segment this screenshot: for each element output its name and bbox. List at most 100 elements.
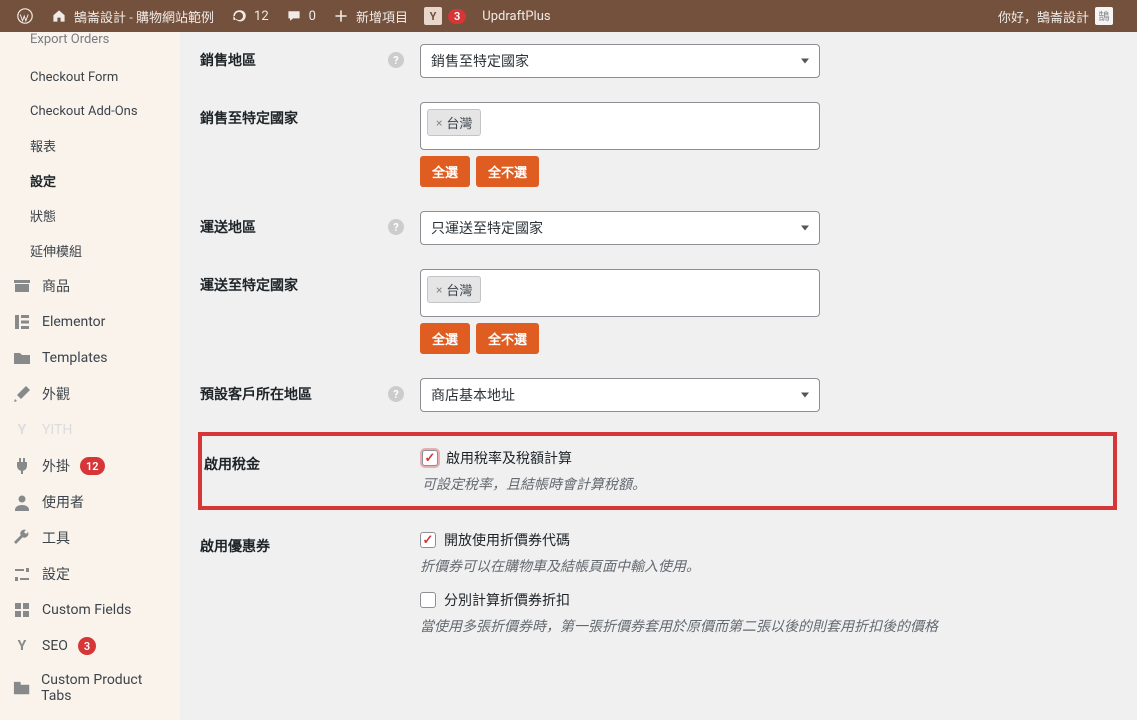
sidebar-item-users[interactable]: 使用者 [0,484,180,520]
sidebar-label: Elementor [42,314,105,330]
select-sell-region[interactable]: 銷售至特定國家 [420,44,820,78]
sidebar-label: 商品 [42,276,70,296]
sidebar-label: YITH [42,422,72,438]
desc-enable-tax: 可設定稅率，且結帳時會計算稅額。 [422,474,1101,494]
tag-chip: × 台灣 [427,109,481,136]
remove-tag-icon[interactable]: × [436,116,442,130]
comments-link[interactable]: 0 [277,0,324,32]
sidebar-item-yith[interactable]: Y YITH [0,412,180,448]
checkbox-label: 分別計算折價券折扣 [444,590,570,610]
updates-count: 12 [254,9,269,24]
sidebar-sub-settings[interactable]: 設定 [0,163,180,198]
row-default-location: 預設客戶所在地區 ? 商店基本地址 [200,366,1117,424]
comment-icon [285,7,303,25]
elementor-icon [12,312,32,332]
deselect-all-button[interactable]: 全不選 [476,323,539,354]
greeting-text: 你好，鵠崙設計 [998,7,1089,26]
label-ship-region: 運送地區 [200,217,256,237]
seo-badge: 3 [448,9,466,24]
wordpress-icon [16,7,34,25]
checkbox-sequential-coupons[interactable] [420,592,436,608]
user-greeting[interactable]: 你好，鵠崙設計 鵠 [990,0,1121,32]
label-coupons: 啟用優惠券 [200,536,270,556]
sidebar-item-elementor[interactable]: Elementor [0,304,180,340]
sidebar-item-products[interactable]: 商品 [0,268,180,304]
highlight-enable-tax: 啟用稅金 啟用稅率及稅額計算 可設定稅率，且結帳時會計算稅額。 [198,432,1117,510]
label-sell-countries: 銷售至特定國家 [200,108,298,128]
label-default-location: 預設客戶所在地區 [200,384,312,404]
checkbox-enable-tax[interactable] [422,450,438,466]
yoast-link[interactable]: Y 3 [416,0,474,32]
sliders-icon [12,564,32,584]
sidebar-item-custom-fields[interactable]: Custom Fields [0,592,180,628]
sidebar-item-plugins[interactable]: 外掛 12 [0,448,180,484]
help-icon[interactable]: ? [388,219,404,235]
sidebar-label: 使用者 [42,492,84,512]
plugins-badge: 12 [80,457,105,475]
plus-icon [332,7,350,25]
plugin-icon [12,456,32,476]
admin-bar: 鵠崙設計 - 購物網站範例 12 0 新增項目 Y 3 UpdraftPlus [0,0,1137,32]
row-ship-region: 運送地區 ? 只運送至特定國家 [200,199,1117,257]
archive-icon [12,276,32,296]
yoast-sidebar-icon: Y [12,636,32,656]
select-value: 只運送至特定國家 [431,218,543,238]
row-sell-region: 銷售地區 ? 銷售至特定國家 [200,32,1117,90]
site-link[interactable]: 鵠崙設計 - 購物網站範例 [42,0,222,32]
sidebar-label: 工具 [42,528,70,548]
site-title: 鵠崙設計 - 購物網站範例 [74,7,214,26]
updraft-link[interactable]: UpdraftPlus [474,0,558,32]
deselect-all-button[interactable]: 全不選 [476,156,539,187]
select-default-location[interactable]: 商店基本地址 [420,378,820,412]
seo-sidebar-badge: 3 [78,637,96,655]
sidebar-label: Custom Product Tabs [41,672,170,704]
desc-coupons-2: 當使用多張折價券時，第一張折價券套用於原價而第二張以後的則套用折扣後的價格 [420,616,1117,636]
sidebar-sub-extensions[interactable]: 延伸模組 [0,233,180,268]
user-icon [12,492,32,512]
desc-coupons-1: 折價券可以在購物車及結帳頁面中輸入使用。 [420,556,1117,576]
sidebar-sub-reports[interactable]: 報表 [0,128,180,163]
tag-chip: × 台灣 [427,276,481,303]
row-coupons: 啟用優惠券 開放使用折價券代碼 折價券可以在購物車及結帳頁面中輸入使用。 分別計… [200,518,1117,648]
select-value: 銷售至特定國家 [431,51,529,71]
sidebar-item-seo[interactable]: Y SEO 3 [0,628,180,664]
sidebar-label: SEO [42,638,68,654]
select-all-button[interactable]: 全選 [420,323,470,354]
tags-sell-countries[interactable]: × 台灣 [420,102,820,150]
updates-link[interactable]: 12 [222,0,277,32]
sidebar-label: 外掛 [42,456,70,476]
sidebar-sub-export-orders[interactable]: Export Orders [0,32,180,60]
sidebar-item-custom-product-tabs[interactable]: Custom Product Tabs [0,664,180,712]
folder-icon [12,348,32,368]
sidebar-item-contact-form-db[interactable]: Contact Form DB [0,712,180,720]
select-ship-region[interactable]: 只運送至特定國家 [420,211,820,245]
checkbox-label: 啟用稅率及稅額計算 [446,448,572,468]
sidebar-item-settings[interactable]: 設定 [0,556,180,592]
sidebar-item-tools[interactable]: 工具 [0,520,180,556]
remove-tag-icon[interactable]: × [436,283,442,297]
sidebar-sub-checkout-addons[interactable]: Checkout Add-Ons [0,94,180,128]
checkbox-label: 開放使用折價券代碼 [444,530,570,550]
sidebar-sub-status[interactable]: 狀態 [0,198,180,233]
tabs-icon [12,678,31,698]
help-icon[interactable]: ? [388,52,404,68]
sidebar-label: 外觀 [42,384,70,404]
yith-icon: Y [12,420,32,440]
sidebar-item-appearance[interactable]: 外觀 [0,376,180,412]
grid-icon [12,600,32,620]
checkbox-enable-coupons[interactable] [420,532,436,548]
comments-count: 0 [309,9,316,24]
sidebar-label: Custom Fields [42,602,131,618]
select-all-button[interactable]: 全選 [420,156,470,187]
help-icon[interactable]: ? [388,386,404,402]
label-enable-tax: 啟用稅金 [204,454,260,474]
row-ship-countries: 運送至特定國家 × 台灣 全選 全不選 [200,257,1117,366]
sidebar-label: 設定 [42,564,70,584]
add-new-link[interactable]: 新增項目 [324,0,416,32]
sidebar-item-templates[interactable]: Templates [0,340,180,376]
wp-logo[interactable] [8,0,42,32]
add-new-label: 新增項目 [356,7,408,26]
label-sell-region: 銷售地區 [200,50,256,70]
tags-ship-countries[interactable]: × 台灣 [420,269,820,317]
sidebar-sub-checkout-form[interactable]: Checkout Form [0,60,180,94]
